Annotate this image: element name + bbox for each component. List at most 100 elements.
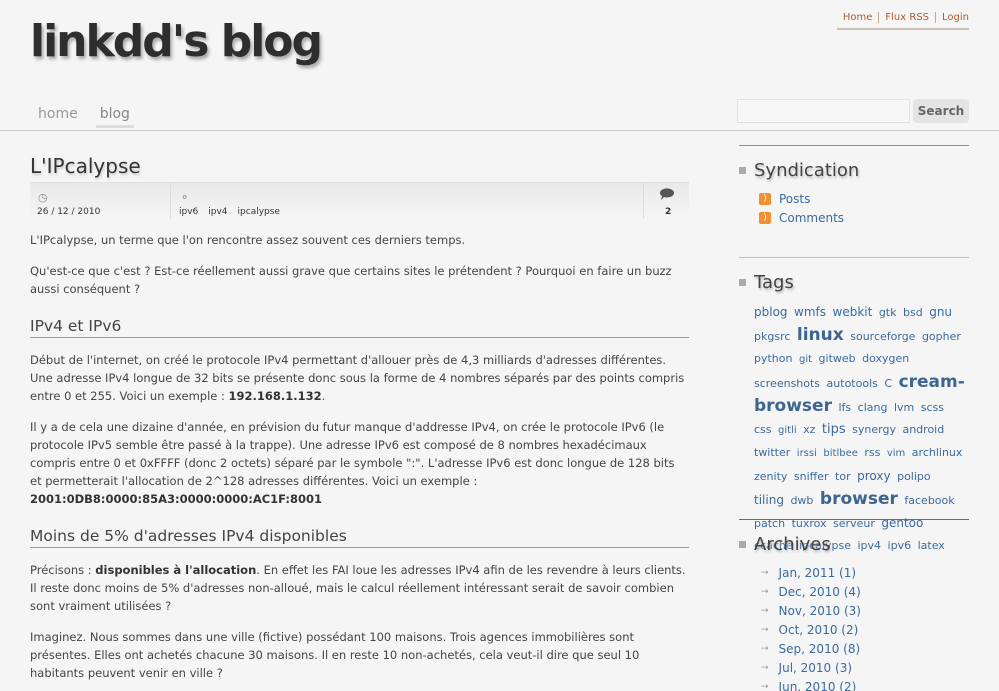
tag-link[interactable]: bsd [903,306,923,319]
archives-title: Archives [754,534,831,555]
tag-link[interactable]: screenshots [754,377,820,390]
post: L'IPcalypse ◷ 26 / 12 / 2010 ⚬ ipv6 ipv4… [30,154,689,682]
archive-item[interactable]: → Jan, 2011 (1) [739,563,969,582]
tag-link[interactable]: irssi [797,448,817,459]
nav-home[interactable]: home [30,106,82,128]
tag-link[interactable]: pblog [754,305,788,319]
post-title[interactable]: L'IPcalypse [30,154,689,178]
tag-link[interactable]: twitter [754,446,790,459]
toplink-login[interactable]: Login [935,12,969,23]
tag-link[interactable]: pkgsrc [754,330,790,343]
comment-count: 2 [665,207,672,217]
paragraph: Qu'est-ce que c'est ? Est-ce réellement … [30,264,672,296]
nav-blog[interactable]: blog [95,106,134,128]
archive-item[interactable]: → Jul, 2010 (3) [739,658,969,677]
tag-link[interactable]: proxy [857,469,890,483]
post-date: ◷ 26 / 12 / 2010 [30,183,171,219]
arrow-right-icon: → [761,586,769,597]
tag-link[interactable]: rss [864,446,880,459]
tag-link[interactable]: zenity [754,470,787,483]
tag-link[interactable]: tiling [754,493,784,507]
tag-link[interactable]: ipv6 [888,539,912,552]
archive-item[interactable]: → Dec, 2010 (4) [739,582,969,601]
syndication-title: Syndication [754,160,860,181]
tag-link[interactable]: archlinux [912,446,963,459]
tag-link[interactable]: C [884,377,892,390]
tag-link[interactable]: polipo [897,470,931,483]
post-tag[interactable]: ipv6 [179,207,198,217]
tag-link[interactable]: xz [803,423,815,436]
feed-comments[interactable]: ) Comments [739,208,969,227]
archive-item[interactable]: → Nov, 2010 (3) [739,601,969,620]
top-links: Home Flux RSS Login [836,12,969,30]
tag-link[interactable]: wmfs [794,305,826,319]
tags-title: Tags [754,272,794,293]
tag-link[interactable]: lfs [838,401,851,414]
bullet-square-icon [739,167,746,174]
post-meta: ◷ 26 / 12 / 2010 ⚬ ipv6 ipv4 ipcalypse 2 [30,182,689,219]
tag-link[interactable]: python [754,352,792,365]
tag-link[interactable]: latex [918,539,945,552]
tag-link[interactable]: serveur [833,517,875,530]
tag-link[interactable]: scss [921,401,944,414]
tag-link[interactable]: gtk [879,306,897,319]
main-nav: home blog [30,106,134,128]
tag-link[interactable]: dwb [790,494,813,507]
tag-link[interactable]: gitweb [819,352,856,365]
page: linkdd's blog Home Flux RSS Login home b… [0,0,999,691]
tag-link[interactable]: gopher [922,330,961,343]
bullet-square-icon [739,541,746,548]
rss-icon: ) [759,211,771,224]
tag-link[interactable]: vim [887,448,905,459]
paragraph: Début de l'internet, on créé le protocol… [30,353,685,403]
tag-link[interactable]: css [754,423,772,436]
arrow-right-icon: → [761,643,769,654]
tag-link[interactable]: ipv4 [858,539,882,552]
tag-link[interactable]: webkit [833,305,873,319]
toplink-home[interactable]: Home [837,12,879,23]
arrow-right-icon: → [761,681,769,691]
tag-link[interactable]: patch [754,517,785,530]
post-tags: ⚬ ipv6 ipv4 ipcalypse [171,183,644,219]
tag-link[interactable]: bitlbee [823,448,857,459]
tag-link[interactable]: sourceforge [850,330,915,343]
archive-item[interactable]: → Jun, 2010 (2) [739,677,969,691]
tag-link[interactable]: clang [858,401,888,414]
tag-link[interactable]: git [799,354,812,365]
tag-link[interactable]: gnu [929,305,952,319]
tag-link[interactable]: tor [835,470,851,483]
tag-link[interactable]: synergy [852,423,896,436]
syndication-box: Syndication ) Posts ) Comments [739,145,969,257]
sidebar: Syndication ) Posts ) Comments Tags pblog … [739,145,969,691]
tag-link[interactable]: sniffer [794,470,829,483]
feed-posts[interactable]: ) Posts [739,189,969,208]
tag-link[interactable]: lvm [894,401,914,414]
post-tag[interactable]: ipcalypse [238,207,280,217]
tag-link[interactable]: tips [822,422,846,437]
archive-item[interactable]: → Oct, 2010 (2) [739,620,969,639]
arrow-right-icon: → [761,605,769,616]
tag-link[interactable]: android [902,423,944,436]
tag-link[interactable]: facebook [904,494,954,507]
post-date-text: 26 / 12 / 2010 [37,207,101,217]
site-title[interactable]: linkdd's blog [30,16,323,67]
toplink-rss[interactable]: Flux RSS [878,12,935,23]
bullet-square-icon [739,279,746,286]
section-heading: IPv4 et IPv6 [30,317,689,338]
post-comments[interactable]: 2 [644,183,689,219]
archive-list: → Jan, 2011 (1) → Dec, 2010 (4) → Nov, 2010 (… [739,563,969,691]
nav-divider [0,130,999,131]
tag-link[interactable]: gitli [778,425,797,436]
tag-link[interactable]: autotools [827,377,878,390]
tag-link[interactable]: tuxrox [792,517,827,530]
clock-icon: ◷ [38,191,48,204]
search-input[interactable] [737,99,910,123]
tag-link[interactable]: browser [820,489,898,509]
search-button[interactable]: Search [913,99,969,123]
post-tag[interactable]: ipv4 [208,207,227,217]
tag-link[interactable]: doxygen [862,352,909,365]
tag-link[interactable]: gentoo [881,516,923,530]
archive-item[interactable]: → Sep, 2010 (8) [739,639,969,658]
tag-icon: ⚬ [180,191,190,204]
tag-link[interactable]: linux [797,325,844,345]
